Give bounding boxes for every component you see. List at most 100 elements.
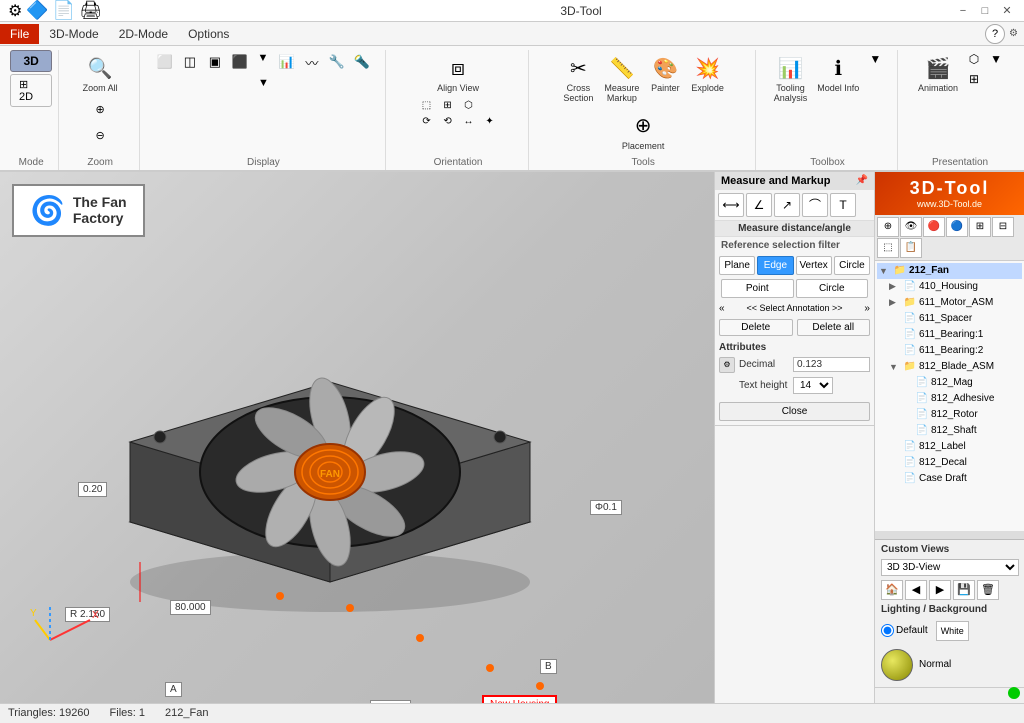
display-btn-3[interactable]: ▣ [203,50,227,74]
display-btn-7[interactable]: 🔧 [325,50,349,74]
dim-25: 25.000 [370,700,411,703]
model-info-button[interactable]: ℹ Model Info [813,50,863,96]
mode-2d-button[interactable]: ⊞ 2D [10,74,52,107]
triangles-label: Triangles: 19260 [8,707,90,719]
tree-tool-7[interactable]: ⬚ [877,238,899,258]
tree-tool-3[interactable]: 🔴 [923,217,945,237]
orient-btn-7[interactable]: ✦ [480,114,500,129]
present-btn-2[interactable]: ⊞ [964,70,984,88]
tree-item-212fan[interactable]: ▼ 📁 212_Fan [877,263,1022,279]
edge-button[interactable]: Edge [757,256,793,275]
cross-section-button[interactable]: ✂ CrossSection [558,50,598,106]
decimal-value[interactable]: 0.123 [793,357,870,372]
presentation-more-button[interactable]: ▼ [986,50,1006,68]
orient-btn-3[interactable]: ⬡ [459,98,479,113]
vertex-button[interactable]: Vertex [796,256,832,275]
maximize-button[interactable]: □ [976,2,994,20]
plane-button[interactable]: Plane [719,256,755,275]
tree-item-812label[interactable]: 📄 812_Label [877,439,1022,455]
display-more2-button[interactable]: ▼ [253,75,273,91]
select-annotation-prev[interactable]: « [719,303,725,314]
tree-item-410housing[interactable]: ▶ 📄 410_Housing [877,279,1022,295]
view-prev-btn[interactable]: ◀ [905,580,927,600]
display-btn-5[interactable]: 📊 [275,50,299,74]
tree-tool-5[interactable]: ⊞ [969,217,991,237]
tooling-analysis-button[interactable]: 📊 ToolingAnalysis [770,50,812,106]
minimize-button[interactable]: − [954,2,972,20]
placement-button[interactable]: ⊕ Placement [618,108,669,154]
animation-button[interactable]: 🎬 Animation [914,50,962,96]
select-annotation-next[interactable]: » [864,303,870,314]
display-more-button[interactable]: ▼ [253,50,273,66]
tree-item-611bearing1[interactable]: 📄 611_Bearing:1 [877,327,1022,343]
tree-tool-1[interactable]: ⊕ [877,217,899,237]
custom-views-select[interactable]: 3D 3D-View Front View Top View [881,559,1019,576]
measure-angle-btn[interactable]: ∠ [746,193,772,217]
display-btn-4[interactable]: ⬛ [228,50,252,74]
zoom-out-button[interactable]: ⊖ [88,124,112,148]
menu-2d-mode[interactable]: 2D-Mode [109,24,178,44]
view-next-btn[interactable]: ▶ [929,580,951,600]
viewport[interactable]: 🌀 The Fan Factory [0,172,714,703]
delete-button[interactable]: Delete [719,319,793,336]
close-button[interactable]: ✕ [998,2,1016,20]
new-housing-annotation[interactable]: New Housing [482,695,557,703]
globe-icon[interactable] [881,649,913,681]
circle2-button[interactable]: Circle [796,279,868,298]
tree-item-812adhesive[interactable]: 📄 812_Adhesive [877,391,1022,407]
display-btn-1[interactable]: ⬜ [153,50,177,74]
present-btn-1[interactable]: ⬡ [964,50,984,68]
tree-tool-4[interactable]: 🔵 [946,217,968,237]
tree-tool-6[interactable]: ⊟ [992,217,1014,237]
mode-3d-button[interactable]: 3D [10,50,52,72]
orient-btn-1[interactable]: ⬚ [417,98,437,113]
orient-btn-4[interactable]: ⟳ [417,114,437,129]
text-height-dropdown[interactable]: 14 10 12 16 18 [793,377,833,394]
measure-curve-btn[interactable]: ⌒ [802,193,828,217]
tree-item-611motorasm[interactable]: ▶ 📁 611_Motor_ASM [877,295,1022,311]
align-view-button[interactable]: ⧈ Align View [433,50,483,96]
tree-tool-8[interactable]: 📋 [900,238,922,258]
default-radio-label[interactable]: Default [881,624,928,637]
tree-item-812decal[interactable]: 📄 812_Decal [877,455,1022,471]
measure-markup-button[interactable]: 📏 MeasureMarkup [600,50,643,106]
close-button-measure[interactable]: Close [719,402,870,421]
view-home-btn[interactable]: 🏠 [881,580,903,600]
display-btn-8[interactable]: 🔦 [350,50,374,74]
painter-button[interactable]: 🎨 Painter [645,50,685,96]
orient-btn-5[interactable]: ⟲ [438,114,458,129]
help-button[interactable]: ? [985,24,1005,44]
menu-options[interactable]: Options [178,24,239,44]
ribbon: 3D ⊞ 2D Mode 🔍 Zoom All ⊕ ⊖ Zoom ⬜ ◫ ▣ ⬛… [0,46,1024,172]
zoom-in-button[interactable]: ⊕ [88,98,112,122]
orient-btn-2[interactable]: ⊞ [438,98,458,113]
orient-btn-6[interactable]: ↔ [459,114,479,129]
tree-item-812shaft[interactable]: 📄 812_Shaft [877,423,1022,439]
tree-item-812rotor[interactable]: 📄 812_Rotor [877,407,1022,423]
menu-3d-mode[interactable]: 3D-Mode [39,24,108,44]
zoom-all-button[interactable]: 🔍 Zoom All [79,50,122,96]
display-btn-2[interactable]: ◫ [178,50,202,74]
point-button[interactable]: Point [721,279,793,298]
tree-tool-2[interactable]: 👁 [900,217,922,237]
measure-text-btn[interactable]: T [830,193,856,217]
tree-item-812bladeasm[interactable]: ▼ 📁 812_Blade_ASM [877,359,1022,375]
measure-point-2 [346,604,354,612]
tree-scrollbar[interactable] [875,531,1024,539]
view-delete-btn[interactable]: 🗑 [977,580,999,600]
measure-distance-btn[interactable]: ⟷ [718,193,744,217]
tree-item-611spacer[interactable]: 📄 611_Spacer [877,311,1022,327]
explode-button[interactable]: 💥 Explode [687,50,728,96]
white-lighting-btn[interactable]: White [936,621,969,641]
measure-arrow-btn[interactable]: ↗ [774,193,800,217]
default-radio[interactable] [881,624,894,637]
tree-item-casedraft[interactable]: 📄 Case Draft [877,471,1022,487]
display-btn-6[interactable]: 〰 [300,50,324,74]
view-save-btn[interactable]: 💾 [953,580,975,600]
circle-button[interactable]: Circle [834,256,870,275]
delete-all-button[interactable]: Delete all [797,319,871,336]
tree-item-812mag[interactable]: 📄 812_Mag [877,375,1022,391]
tree-item-611bearing2[interactable]: 📄 611_Bearing:2 [877,343,1022,359]
menu-file[interactable]: File [0,24,39,44]
toolbox-more-button[interactable]: ▼ [865,50,885,68]
